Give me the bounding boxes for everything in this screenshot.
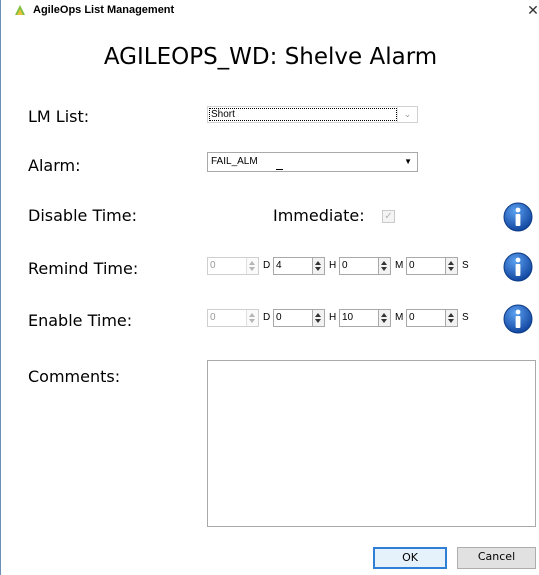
enable-minutes-value: 10 bbox=[342, 312, 354, 323]
arrow-up-icon bbox=[315, 313, 321, 317]
close-button[interactable]: ✕ bbox=[526, 0, 539, 22]
spinner-buttons[interactable] bbox=[378, 310, 390, 326]
remind-minutes-value: 0 bbox=[342, 260, 348, 271]
info-icon[interactable] bbox=[503, 252, 533, 282]
enable-days-spinner[interactable]: 0 bbox=[207, 309, 259, 327]
cancel-button[interactable]: Cancel bbox=[457, 547, 536, 569]
remind-seconds-value: 0 bbox=[409, 260, 415, 271]
page-title: AGILEOPS_WD: Shelve Alarm bbox=[103, 44, 438, 70]
chevron-down-icon: ⌄ bbox=[397, 107, 417, 122]
dialog-window: AgileOps List Management ✕ AGILEOPS_WD: … bbox=[0, 0, 539, 575]
enable-seconds-value: 0 bbox=[409, 312, 415, 323]
remind-days-spinner[interactable]: 0 bbox=[207, 257, 259, 275]
arrow-down-icon bbox=[249, 319, 255, 323]
alarm-label: Alarm: bbox=[28, 156, 81, 175]
disable-time-label: Disable Time: bbox=[28, 206, 137, 225]
info-icon[interactable] bbox=[503, 202, 533, 232]
comments-label: Comments: bbox=[28, 367, 121, 386]
remind-seconds-spinner[interactable]: 0 bbox=[406, 257, 458, 275]
comments-textarea[interactable] bbox=[207, 360, 536, 527]
minutes-unit: M bbox=[395, 260, 404, 271]
spinner-buttons[interactable] bbox=[445, 310, 457, 326]
arrow-up-icon bbox=[448, 313, 454, 317]
arrow-up-icon bbox=[381, 261, 387, 265]
text-cursor bbox=[276, 169, 283, 170]
enable-hours-value: 0 bbox=[276, 312, 282, 323]
arrow-down-icon bbox=[315, 267, 321, 271]
ok-button[interactable]: OK bbox=[373, 547, 447, 569]
spinner-buttons[interactable] bbox=[246, 258, 258, 274]
spinner-buttons[interactable] bbox=[246, 310, 258, 326]
enable-days-value: 0 bbox=[210, 312, 216, 323]
seconds-unit: S bbox=[462, 260, 469, 271]
lm-list-select[interactable]: Short ⌄ bbox=[207, 106, 418, 123]
remind-time-label: Remind Time: bbox=[28, 259, 139, 278]
enable-time-label: Enable Time: bbox=[28, 311, 133, 330]
enable-hours-spinner[interactable]: 0 bbox=[273, 309, 325, 327]
info-icon[interactable] bbox=[503, 304, 533, 334]
remind-hours-value: 4 bbox=[276, 260, 282, 271]
arrow-up-icon bbox=[249, 313, 255, 317]
days-unit: D bbox=[263, 260, 271, 271]
remind-minutes-spinner[interactable]: 0 bbox=[339, 257, 391, 275]
spinner-buttons[interactable] bbox=[378, 258, 390, 274]
arrow-up-icon bbox=[315, 261, 321, 265]
arrow-down-icon bbox=[381, 267, 387, 271]
arrow-down-icon bbox=[249, 267, 255, 271]
checkmark-icon: ✓ bbox=[384, 211, 393, 222]
immediate-checkbox[interactable]: ✓ bbox=[382, 210, 395, 223]
hours-unit: H bbox=[329, 312, 337, 323]
dropdown-arrow-icon: ▼ bbox=[404, 157, 412, 166]
remind-hours-spinner[interactable]: 4 bbox=[273, 257, 325, 275]
spinner-buttons[interactable] bbox=[445, 258, 457, 274]
hours-unit: H bbox=[329, 260, 337, 271]
arrow-up-icon bbox=[448, 261, 454, 265]
arrow-down-icon bbox=[315, 319, 321, 323]
arrow-down-icon bbox=[381, 319, 387, 323]
minutes-unit: M bbox=[395, 312, 404, 323]
arrow-up-icon bbox=[249, 261, 255, 265]
spinner-buttons[interactable] bbox=[312, 258, 324, 274]
enable-minutes-spinner[interactable]: 10 bbox=[339, 309, 391, 327]
immediate-label: Immediate: bbox=[273, 206, 365, 225]
title-bar: AgileOps List Management ✕ bbox=[1, 0, 539, 22]
seconds-unit: S bbox=[462, 312, 469, 323]
alarm-select[interactable]: FAIL_ALM ▼ bbox=[207, 152, 418, 172]
arrow-down-icon bbox=[448, 267, 454, 271]
agileops-logo-icon bbox=[15, 5, 25, 15]
arrow-down-icon bbox=[448, 319, 454, 323]
remind-days-value: 0 bbox=[210, 260, 216, 271]
window-title: AgileOps List Management bbox=[33, 4, 175, 16]
arrow-up-icon bbox=[381, 313, 387, 317]
days-unit: D bbox=[263, 312, 271, 323]
lm-list-value: Short bbox=[209, 108, 397, 121]
alarm-value: FAIL_ALM bbox=[211, 156, 258, 167]
lm-list-label: LM List: bbox=[28, 107, 90, 126]
spinner-buttons[interactable] bbox=[312, 310, 324, 326]
enable-seconds-spinner[interactable]: 0 bbox=[406, 309, 458, 327]
